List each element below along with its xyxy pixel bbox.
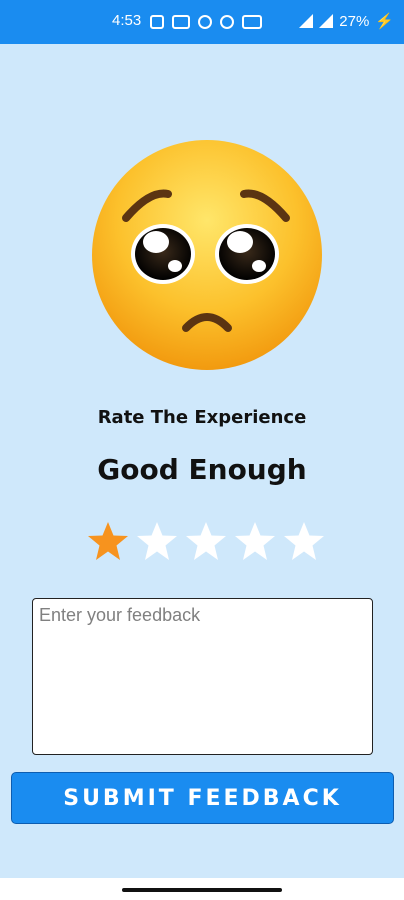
home-handle[interactable]	[122, 888, 282, 892]
star-1-icon[interactable]	[86, 520, 130, 564]
star-4-icon[interactable]	[233, 520, 277, 564]
star-2-icon[interactable]	[135, 520, 179, 564]
alarm-icon	[198, 15, 212, 29]
battery-percent: 27%	[339, 12, 370, 30]
star-5-icon[interactable]	[282, 520, 326, 564]
volte-icon	[242, 15, 262, 29]
status-right: 27% ⚡	[299, 12, 394, 30]
hotspot-icon	[220, 15, 234, 29]
signal-icon	[299, 14, 314, 28]
status-time: 4:53	[112, 12, 142, 29]
pleading-face-icon	[90, 138, 324, 372]
status-bar: 4:53 27% ⚡	[0, 0, 404, 44]
submit-feedback-button[interactable]: SUBMIT FEEDBACK	[11, 772, 394, 824]
star-rating[interactable]	[86, 520, 326, 564]
status-left-icons	[150, 10, 262, 34]
gallery-icon	[150, 15, 164, 29]
star-3-icon[interactable]	[184, 520, 228, 564]
charging-icon: ⚡	[375, 13, 394, 30]
rating-value-label: Good Enough	[97, 453, 307, 486]
data-saver-icon	[172, 15, 190, 29]
rating-prompt: Rate The Experience	[97, 407, 307, 428]
feedback-input[interactable]	[32, 598, 373, 755]
signal-icon-2	[319, 14, 334, 28]
